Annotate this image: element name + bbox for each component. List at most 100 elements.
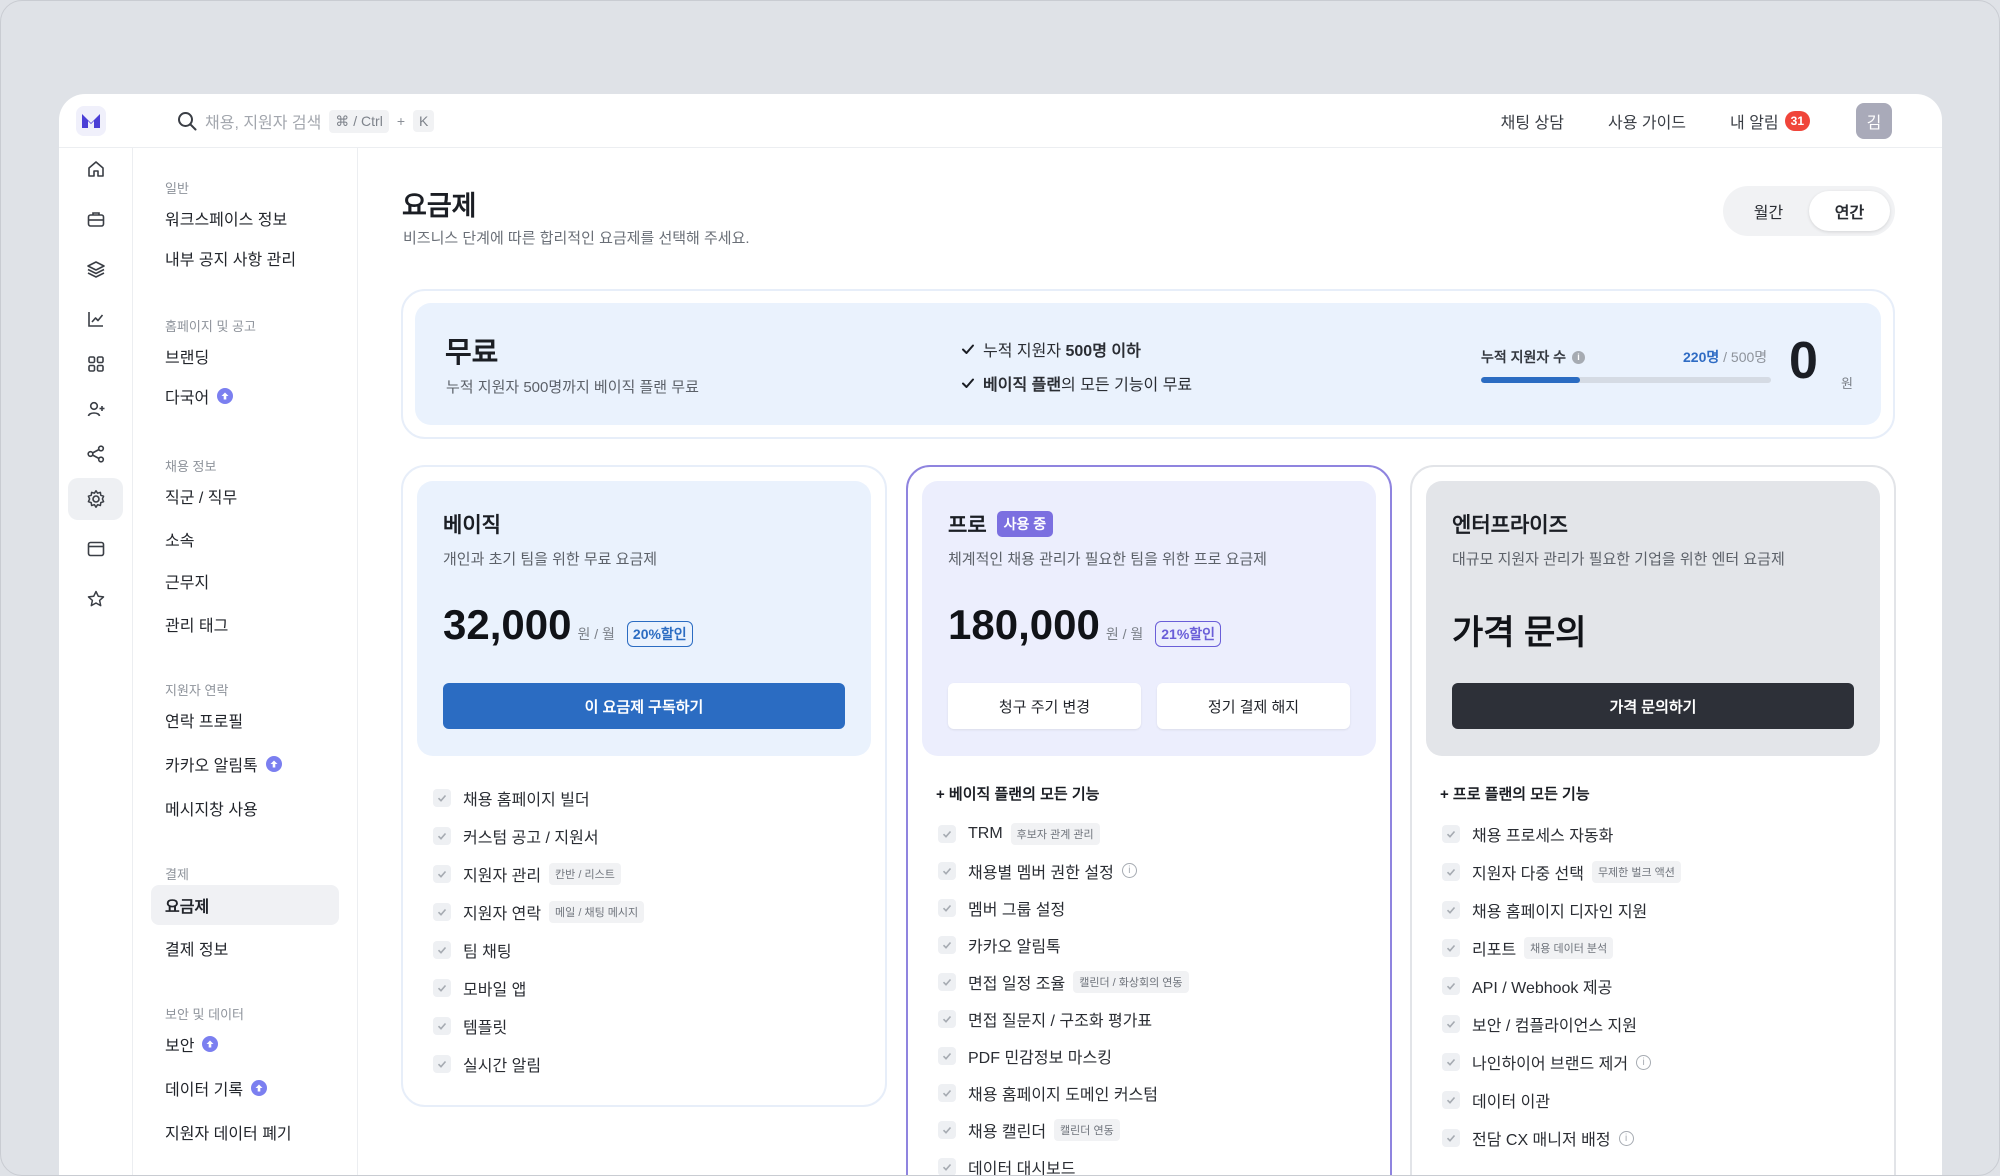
toggle-yearly[interactable]: 연간 — [1809, 191, 1890, 231]
feature-label: 면접 질문지 / 구조화 평가표 — [968, 1012, 1153, 1030]
search-icon — [178, 112, 197, 131]
plan-price: 180,000 — [948, 601, 1100, 648]
plan-price-row: 32,000 원 / 월 20%할인 — [443, 601, 693, 649]
layers-icon — [86, 261, 105, 278]
feature-tag: 칸반 / 리스트 — [549, 863, 621, 885]
cancel-subscription-button[interactable]: 정기 결제 해지 — [1157, 683, 1350, 729]
plan-price-inquiry: 가격 문의 — [1452, 614, 1587, 652]
feature-item: 지원자 관리 칸반 / 리스트 — [431, 855, 644, 893]
rail-careers-page[interactable] — [68, 528, 123, 570]
rail-apps[interactable] — [68, 343, 123, 385]
rail-favorites[interactable] — [68, 578, 123, 620]
check-icon — [1442, 1053, 1460, 1071]
chat-support-link[interactable]: 채팅 상담 — [1501, 109, 1564, 133]
feature-item: 채용 홈페이지 도메인 커스텀 — [936, 1074, 1189, 1111]
sidebar-group-billing: 결제 — [165, 867, 189, 882]
check-icon — [433, 903, 451, 921]
subscribe-button[interactable]: 이 요금제 구독하기 — [443, 683, 845, 729]
info-icon[interactable]: i — [1618, 1130, 1634, 1146]
feature-item: 채용 프로세스 자동화 — [1440, 815, 1681, 853]
check-icon — [938, 1120, 956, 1139]
price-inquiry-button[interactable]: 가격 문의하기 — [1452, 683, 1854, 729]
toggle-monthly[interactable]: 월간 — [1728, 191, 1809, 231]
feature-item: PDF 민감정보 마스킹 — [936, 1037, 1189, 1074]
search-placeholder[interactable]: 채용, 지원자 검색 — [205, 109, 321, 133]
user-guide-link[interactable]: 사용 가이드 — [1608, 109, 1686, 133]
plan-name-text: 베이직 — [443, 514, 501, 537]
info-icon[interactable]: i — [1572, 350, 1586, 364]
free-plan-name: 무료 — [445, 337, 499, 369]
notifications-link[interactable]: 내 알림 31 — [1730, 109, 1810, 133]
page-title: 요금제 — [402, 191, 477, 221]
rail-analytics[interactable] — [68, 298, 123, 340]
global-search[interactable]: 채용, 지원자 검색 ⌘ / Ctrl + K — [177, 108, 435, 134]
current-plan-badge: 사용 중 — [996, 511, 1054, 537]
sidebar-item-pricing[interactable]: 요금제 — [151, 885, 339, 925]
sidebar-item-branding[interactable]: 브랜딩 — [151, 336, 339, 376]
rail-talent[interactable] — [68, 388, 123, 430]
sidebar-item-data-disposal[interactable]: 지원자 데이터 폐기 — [151, 1112, 339, 1152]
sidebar-group-security: 보안 및 데이터 — [165, 1007, 244, 1022]
billing-period-toggle[interactable]: 월간 연간 — [1723, 186, 1895, 236]
feature-item: 면접 일정 조율 캘린더 / 화상회의 연동 — [936, 963, 1189, 1000]
feature-label: 채용 홈페이지 디자인 지원 — [1472, 904, 1648, 921]
applicants-count: 220명 / 500명 — [1683, 347, 1767, 367]
chart-icon — [87, 312, 103, 327]
rail-home[interactable] — [68, 148, 123, 190]
check-icon — [962, 344, 974, 354]
sidebar-item-kakao-alimtalk[interactable]: 카카오 알림톡 — [151, 744, 339, 784]
sidebar-item-message-window[interactable]: 메시지창 사용 — [151, 788, 339, 828]
plan-name-text: 엔터프라이즈 — [1452, 514, 1568, 537]
feature-label: PDF 민감정보 마스킹 — [968, 1049, 1112, 1067]
user-add-icon — [87, 401, 104, 417]
feature-item: 커스텀 공고 / 지원서 — [431, 817, 644, 855]
rail-settings[interactable] — [68, 478, 123, 520]
shortcut-plus: + — [396, 113, 406, 129]
sidebar-item-internal-notice[interactable]: 내부 공지 사항 관리 — [151, 238, 339, 278]
sidebar-item-affiliation[interactable]: 소속 — [151, 519, 339, 559]
plan-actions: 청구 주기 변경 정기 결제 해지 — [948, 683, 1350, 729]
free-plan-price: 0 — [1789, 332, 1818, 390]
sidebar-item-security[interactable]: 보안 — [151, 1024, 339, 1064]
info-icon[interactable]: i — [1636, 1054, 1652, 1070]
sidebar-item-workspace-info[interactable]: 워크스페이스 정보 — [151, 198, 339, 238]
plan-desc: 개인과 초기 팀을 위한 무료 요금제 — [443, 551, 658, 568]
rail-jobs[interactable] — [68, 198, 123, 240]
sidebar-item-label: 다국어 — [165, 390, 210, 407]
sidebar-item-multilingual[interactable]: 다국어 — [151, 376, 339, 416]
feature-item: API / Webhook 제공 — [1440, 967, 1681, 1005]
main-content: 요금제 비즈니스 단계에 따른 합리적인 요금제를 선택해 주세요. 월간 연간… — [359, 148, 1942, 1175]
sidebar-item-work-location[interactable]: 근무지 — [151, 561, 339, 601]
plan-price-per: 원 / 월 — [1105, 626, 1144, 642]
feature-item: 템플릿 — [431, 1007, 644, 1045]
check-2-text: 의 모든 기능이 무료 — [1061, 377, 1193, 394]
check-icon — [1442, 825, 1460, 843]
change-billing-cycle-button[interactable]: 청구 주기 변경 — [948, 683, 1141, 729]
user-avatar[interactable]: 김 — [1856, 103, 1892, 139]
feature-label: 보안 / 컴플라이언스 지원 — [1472, 1018, 1637, 1035]
sidebar-item-billing-info[interactable]: 결제 정보 — [151, 928, 339, 968]
plan-card-header: 프로 사용 중 체계적인 채용 관리가 필요한 팀을 위한 프로 요금제 180… — [922, 481, 1376, 756]
feature-label: 전담 CX 매니저 배정 — [1472, 1132, 1611, 1149]
home-icon — [87, 161, 104, 177]
plan-card-pro: 프로 사용 중 체계적인 채용 관리가 필요한 팀을 위한 프로 요금제 180… — [906, 465, 1392, 1175]
sidebar-item-label: 보안 — [165, 1038, 195, 1055]
check-icon — [938, 1046, 956, 1065]
check-1-bold: 500명 이하 — [1065, 343, 1141, 360]
rail-integrations[interactable] — [68, 433, 123, 475]
applicants-label: 누적 지원자 수 i — [1481, 347, 1586, 367]
app-logo[interactable] — [76, 106, 106, 136]
sidebar-group-recruit-info: 채용 정보 — [165, 459, 217, 474]
sidebar-item-data-log[interactable]: 데이터 기록 — [151, 1068, 339, 1108]
sidebar-item-manage-tags[interactable]: 관리 태그 — [151, 604, 339, 644]
check-icon — [962, 378, 974, 388]
feature-item: 나인하이어 브랜드 제거 i — [1440, 1043, 1681, 1081]
free-plan-price-unit: 원 — [1841, 376, 1853, 391]
info-icon[interactable]: i — [1121, 863, 1137, 878]
applicants-label-text: 누적 지원자 수 — [1481, 349, 1567, 365]
sidebar-item-job-roles[interactable]: 직군 / 직무 — [151, 476, 339, 516]
plan-card-basic: 베이직 개인과 초기 팀을 위한 무료 요금제 32,000 원 / 월 20%… — [401, 465, 887, 1107]
check-icon — [938, 1083, 956, 1102]
sidebar-item-contact-profile[interactable]: 연락 프로필 — [151, 700, 339, 740]
rail-pipeline[interactable] — [68, 248, 123, 290]
